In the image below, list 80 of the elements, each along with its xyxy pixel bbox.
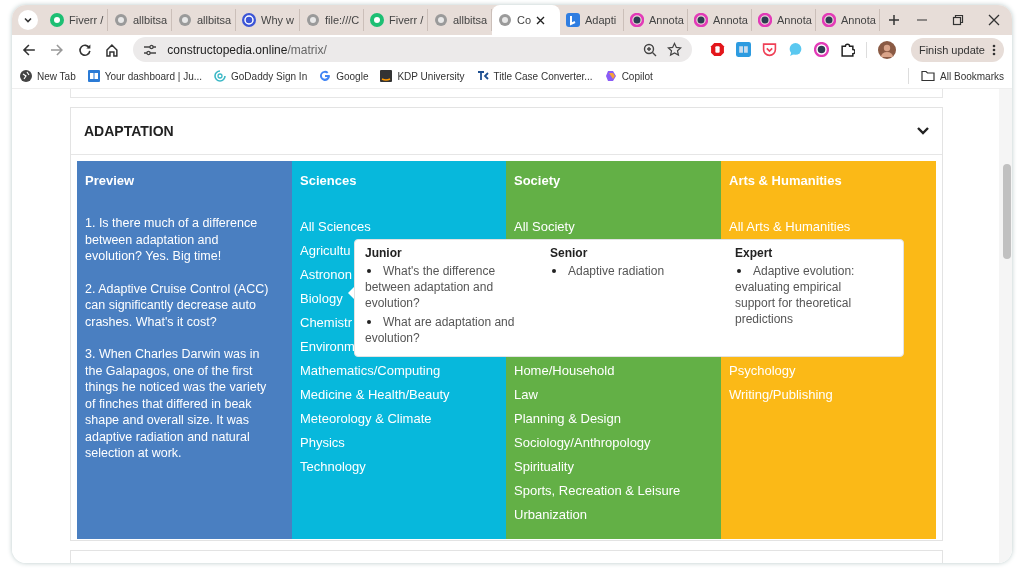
browser-tab[interactable]: Annota: [688, 9, 752, 31]
preview-paragraph: 1. Is there much of a difference between adaptation and evolution? Yes. Big time!: [85, 215, 259, 265]
zoom-icon[interactable]: [642, 42, 657, 57]
browser-tab[interactable]: allbitsa: [108, 9, 172, 31]
extensions-icon[interactable]: [839, 42, 855, 57]
column-title: Society: [514, 173, 562, 190]
restore-icon[interactable]: [952, 14, 964, 26]
globe-icon: [306, 13, 320, 27]
column-title: Sciences: [300, 173, 358, 190]
book-icon: [87, 70, 100, 82]
browser-tab[interactable]: Fiverr /: [44, 9, 108, 31]
more-icon: [991, 43, 996, 56]
bookmark-link[interactable]: New Tab: [20, 70, 76, 82]
book-icon[interactable]: [735, 42, 751, 57]
globe-icon: [498, 13, 512, 27]
bullet-icon: [367, 268, 371, 273]
bullet-icon: [737, 268, 741, 273]
swirl-icon: [214, 70, 227, 82]
browser-tab[interactable]: Co: [492, 5, 560, 35]
close-icon[interactable]: [988, 14, 1000, 26]
forward-icon[interactable]: [49, 42, 64, 57]
b-square-icon: [566, 13, 580, 27]
preview-paragraph: 3. When Charles Darwin was in the Galapagos, one of the first things he noticed was the variety of finches that differed in beak shape and overall size. It was adaptive radiation and natural selection at work.: [85, 346, 268, 462]
question-bullet: What are adaptation and evolution?: [365, 314, 516, 346]
site-settings-icon[interactable]: [143, 43, 158, 56]
all-bookmarks-link[interactable]: All Bookmarks: [921, 70, 1004, 82]
bullet-icon: [367, 319, 371, 324]
ring-icon: [694, 13, 708, 27]
ring-icon: [758, 13, 772, 27]
bookmark-link[interactable]: KDP University: [380, 70, 465, 82]
avatar-icon[interactable]: [877, 40, 896, 59]
pocket-icon[interactable]: [761, 42, 777, 57]
browser-tab[interactable]: Annota: [624, 9, 688, 31]
globe-icon: [434, 13, 448, 27]
close-icon[interactable]: [536, 15, 546, 25]
level-title: Expert: [735, 245, 774, 261]
globe-icon: [178, 13, 192, 27]
bookmark-link[interactable]: GoDaddy Sign In: [214, 70, 308, 82]
stop-hand-icon[interactable]: [709, 42, 725, 57]
question-bullet: Adaptive evolution: evaluating empirical support for theoretical predictions: [735, 263, 856, 327]
ring-icon: [630, 13, 644, 27]
finish-update-button[interactable]: Finish update: [910, 37, 1004, 62]
tab-list-button[interactable]: [18, 10, 38, 30]
level-title: Junior: [365, 245, 403, 261]
bookmark-link[interactable]: Title Case Converter...: [476, 70, 593, 82]
back-icon[interactable]: [22, 42, 36, 57]
preview-paragraph: 2. Adaptive Cruise Control (ACC) can significantly decrease auto crashes. What's it cost?: [85, 280, 270, 330]
browser-tab[interactable]: Fiverr /: [364, 9, 428, 31]
browser-tab[interactable]: file:///C: [300, 9, 364, 31]
level-title: Senior: [550, 245, 589, 261]
address-bar[interactable]: constructopedia.online/matrix/: [133, 37, 692, 62]
browser-tab[interactable]: allbitsa: [172, 9, 236, 31]
chevron-down-icon: [23, 15, 33, 25]
google-icon: [319, 70, 332, 82]
chevron-down-icon[interactable]: [916, 126, 930, 136]
browser-tab[interactable]: Why w: [236, 9, 300, 31]
ring-icon: [822, 13, 836, 27]
question-bullet: Adaptive radiation: [550, 263, 725, 279]
scrollbar-thumb[interactable]: [1003, 164, 1011, 259]
bookmark-link[interactable]: Your dashboard | Ju...: [87, 70, 203, 82]
question-bullet: What's the difference between adaptation and evolution?: [365, 263, 497, 311]
globe-icon: [114, 13, 128, 27]
browser-tab[interactable]: Annota: [816, 9, 880, 31]
folder-icon: [921, 70, 936, 82]
browser-tab[interactable]: Adapti: [560, 9, 624, 31]
browser-tab[interactable]: Annota: [752, 9, 816, 31]
home-icon[interactable]: [105, 42, 120, 57]
url-text: constructopedia.online/matrix/: [167, 42, 327, 57]
bullet-icon: [552, 268, 556, 273]
accordion-header[interactable]: ADAPTATION: [71, 108, 942, 155]
bookmark-link[interactable]: Google: [319, 70, 369, 82]
star-icon[interactable]: [666, 42, 682, 57]
ring-icon[interactable]: [813, 42, 829, 57]
column-title: Arts & Humanities: [729, 173, 843, 190]
column-title: Preview: [85, 173, 136, 190]
section-title: ADAPTATION: [84, 123, 174, 139]
reload-icon[interactable]: [77, 42, 92, 57]
bookmark-link[interactable]: Copilot: [604, 70, 653, 82]
globe-icon: [20, 70, 32, 82]
new-tab-icon[interactable]: [888, 14, 900, 26]
